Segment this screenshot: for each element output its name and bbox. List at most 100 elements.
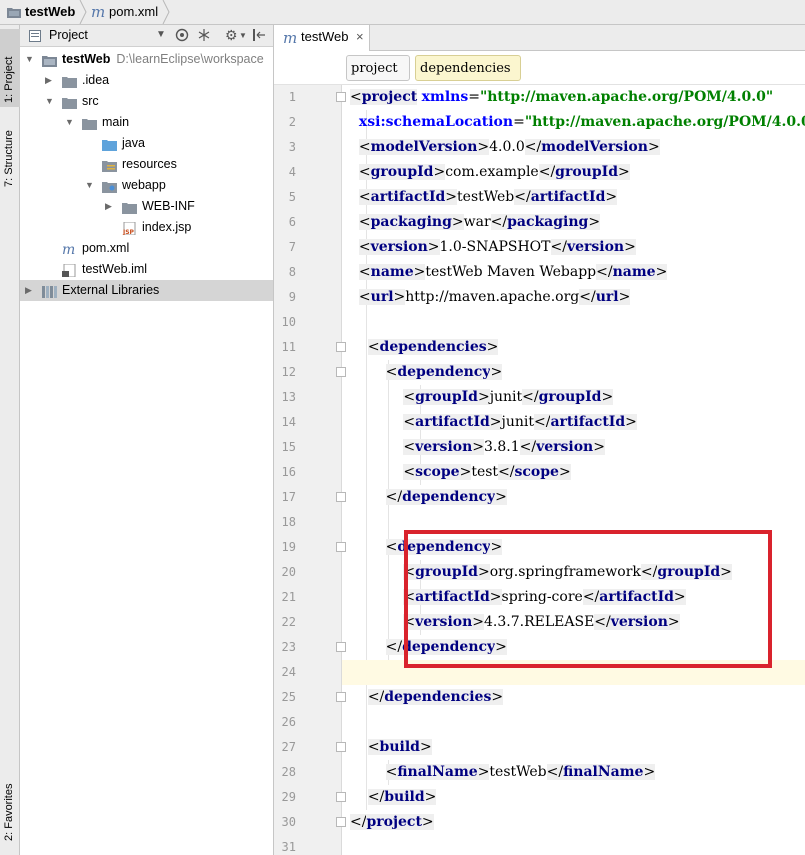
code-line[interactable]: <dependency>: [342, 535, 805, 560]
tree-item[interactable]: ▼ main: [20, 112, 273, 133]
tree-item[interactable]: java: [20, 133, 273, 154]
collapsed-arrow-icon[interactable]: ▶: [105, 196, 115, 217]
code-editor[interactable]: <project xmlns="http://maven.apache.org/…: [342, 85, 805, 855]
code-line[interactable]: </dependency>: [342, 485, 805, 510]
code-line[interactable]: <artifactId>testWeb</artifactId>: [342, 185, 805, 210]
xml-tag-name: finalName: [397, 764, 478, 780]
expanded-arrow-icon[interactable]: ▼: [25, 49, 35, 70]
xml-tag-name: groupId: [538, 389, 602, 405]
tag-breadcrumb-dependencies[interactable]: dependencies: [415, 55, 521, 81]
breadcrumb-file[interactable]: pom.xml: [109, 0, 158, 24]
tree-item-label: main: [102, 115, 130, 129]
xml-tag-name: build: [384, 789, 425, 805]
tree-item-label: resources: [122, 157, 177, 171]
xml-bracket: >: [617, 164, 630, 180]
xml-bracket: >: [720, 564, 732, 580]
xml-bracket: </: [596, 264, 613, 280]
code-line[interactable]: [342, 660, 805, 685]
code-line[interactable]: <version>4.3.7.RELEASE</version>: [342, 610, 805, 635]
code-line[interactable]: <build>: [342, 735, 805, 760]
expanded-arrow-icon[interactable]: ▼: [45, 91, 55, 112]
tree-item[interactable]: ▶ WEB-INF: [20, 196, 273, 217]
xml-bracket: </: [350, 814, 367, 830]
xml-bracket: >: [433, 164, 446, 180]
xml-tag-name: dependency: [402, 489, 496, 505]
xml-bracket: </: [534, 414, 551, 430]
collapse-all-icon[interactable]: [197, 28, 211, 45]
code-line[interactable]: <dependency>: [342, 360, 805, 385]
code-line[interactable]: [342, 835, 805, 855]
hide-panel-icon[interactable]: [253, 29, 265, 44]
favorites-tool-tab[interactable]: 2: Favorites: [0, 773, 20, 853]
xml-bracket: >: [647, 139, 660, 155]
tree-item[interactable]: ▼ src: [20, 91, 273, 112]
code-line[interactable]: <groupId>junit</groupId>: [342, 385, 805, 410]
code-line[interactable]: [342, 510, 805, 535]
xml-bracket: </: [498, 464, 515, 480]
project-view-selector[interactable]: Project: [49, 28, 88, 42]
tree-item[interactable]: ▼ testWeb D:\learnEclipse\workspace: [20, 49, 273, 70]
code-line[interactable]: <modelVersion>4.0.0</modelVersion>: [342, 135, 805, 160]
structure-tool-tab[interactable]: 7: Structure: [0, 117, 20, 201]
close-icon[interactable]: ×: [356, 25, 364, 49]
xml-bracket: </: [594, 614, 611, 630]
tree-item-label: src: [82, 94, 99, 108]
code-line[interactable]: <url>http://maven.apache.org</url>: [342, 285, 805, 310]
code-line[interactable]: </project>: [342, 810, 805, 835]
xml-text: [350, 764, 386, 780]
maven-icon: m: [283, 29, 298, 47]
code-line[interactable]: xsi:schemaLocation="http://maven.apache.…: [342, 110, 805, 135]
editor-tab-pom[interactable]: m testWeb ×: [274, 25, 370, 51]
tree-item[interactable]: m pom.xml: [20, 238, 273, 259]
tree-item[interactable]: ▶ External Libraries: [20, 280, 273, 301]
xml-text: [350, 689, 368, 705]
code-line[interactable]: <groupId>org.springframework</groupId>: [342, 560, 805, 585]
gear-dropdown-icon[interactable]: ▼: [239, 31, 247, 40]
editor-tab-bar: m testWeb ×: [274, 25, 805, 51]
code-line[interactable]: <dependencies>: [342, 335, 805, 360]
tree-item[interactable]: testWeb.iml: [20, 259, 273, 280]
scroll-from-source-icon[interactable]: [175, 28, 189, 45]
code-line[interactable]: </dependency>: [342, 635, 805, 660]
line-number: 20: [281, 565, 296, 579]
tag-breadcrumb-project[interactable]: project: [346, 55, 410, 81]
tree-item[interactable]: resources: [20, 154, 273, 175]
xml-bracket: >: [605, 189, 618, 205]
code-line[interactable]: <version>3.8.1</version>: [342, 435, 805, 460]
expanded-arrow-icon[interactable]: ▼: [85, 175, 95, 196]
gear-icon[interactable]: ⚙: [225, 27, 238, 44]
project-tool-tab[interactable]: 1: Project: [0, 29, 20, 107]
code-line[interactable]: [342, 310, 805, 335]
code-line[interactable]: <project xmlns="http://maven.apache.org/…: [342, 85, 805, 110]
expanded-arrow-icon[interactable]: ▼: [65, 112, 75, 133]
breadcrumb-project[interactable]: testWeb: [25, 0, 75, 24]
code-line[interactable]: <groupId>com.example</groupId>: [342, 160, 805, 185]
favorites-tool-tab-label: 2: Favorites: [3, 783, 15, 841]
code-line[interactable]: [342, 710, 805, 735]
code-line[interactable]: <name>testWeb Maven Webapp</name>: [342, 260, 805, 285]
code-line[interactable]: <artifactId>spring-core</artifactId>: [342, 585, 805, 610]
code-line[interactable]: <version>1.0-SNAPSHOT</version>: [342, 235, 805, 260]
xml-attribute-value: "http://maven.apache.org/POM/4.0.0": [479, 89, 774, 105]
code-line[interactable]: <packaging>war</packaging>: [342, 210, 805, 235]
xml-bracket: >: [477, 764, 490, 780]
xml-bracket: >: [472, 614, 485, 630]
collapsed-arrow-icon[interactable]: ▶: [25, 280, 35, 301]
tree-item[interactable]: ▼ webapp: [20, 175, 273, 196]
tree-item-path: D:\learnEclipse\workspace: [116, 52, 264, 66]
tree-item[interactable]: JSP index.jsp: [20, 217, 273, 238]
xml-text: [350, 339, 368, 355]
code-line[interactable]: <artifactId>junit</artifactId>: [342, 410, 805, 435]
code-line[interactable]: </dependencies>: [342, 685, 805, 710]
code-line[interactable]: </build>: [342, 785, 805, 810]
line-number: 6: [288, 215, 296, 229]
code-line[interactable]: <scope>test</scope>: [342, 460, 805, 485]
xml-bracket: </: [385, 639, 403, 655]
code-line[interactable]: <finalName>testWeb</finalName>: [342, 760, 805, 785]
collapsed-arrow-icon[interactable]: ▶: [45, 70, 55, 91]
xml-bracket: <: [403, 564, 416, 580]
xml-text: [350, 189, 359, 205]
tree-item[interactable]: ▶ .idea: [20, 70, 273, 91]
maven-file-icon: m: [62, 242, 77, 258]
view-dropdown-icon[interactable]: ▼: [156, 29, 166, 40]
